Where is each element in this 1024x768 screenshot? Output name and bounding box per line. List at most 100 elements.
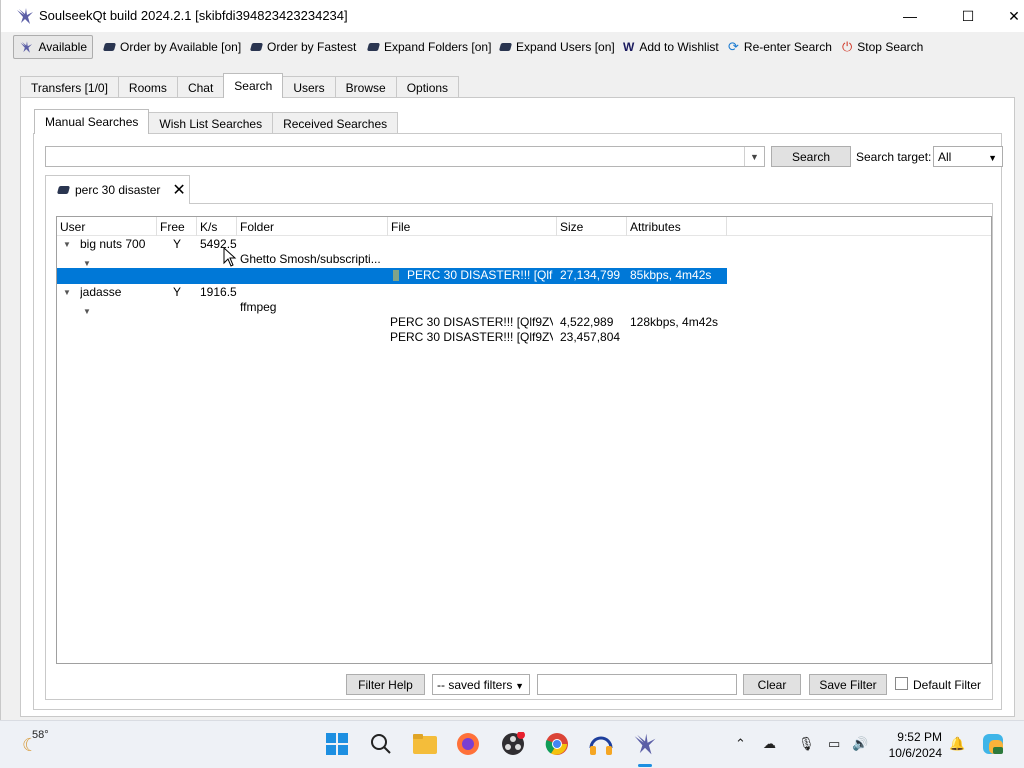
result-tab[interactable]: perc 30 disaster ✕: [45, 175, 190, 204]
tab-transfers[interactable]: Transfers [1/0]: [20, 76, 119, 98]
tab-chat[interactable]: Chat: [176, 76, 225, 98]
maximize-icon: ☐: [961, 7, 975, 24]
file-attributes: 85kbps, 4m42s: [630, 268, 712, 282]
filter-help-button[interactable]: Filter Help: [346, 674, 425, 695]
copilot-icon[interactable]: [980, 731, 1006, 757]
results-tree[interactable]: User Free K/s Folder File Size Attribute…: [56, 216, 992, 664]
obs-icon[interactable]: [500, 731, 526, 757]
soulseek-bird-icon: [20, 41, 33, 53]
default-filter-checkbox[interactable]: [895, 677, 908, 690]
minimize-button[interactable]: —: [887, 0, 933, 32]
audio-file-icon: [393, 268, 399, 283]
user-row[interactable]: ▼ big nuts 700 Y 5492.5: [57, 237, 991, 252]
file-row[interactable]: PERC 30 DISASTER!!! [Qlf9ZV... 4,522,989…: [57, 315, 991, 330]
chevron-down-icon: ▼: [988, 153, 997, 163]
network-off-icon[interactable]: ☁: [763, 736, 776, 752]
maximize-button[interactable]: ☐: [945, 0, 991, 32]
minimize-icon: —: [903, 8, 917, 24]
file-size: 4,522,989: [560, 315, 614, 329]
save-filter-button[interactable]: Save Filter: [809, 674, 887, 695]
wishlist-icon: W: [623, 40, 635, 54]
tab-search[interactable]: Search: [223, 73, 284, 98]
column-size[interactable]: Size: [557, 217, 627, 236]
filter-input[interactable]: [537, 674, 737, 695]
saved-filters-select[interactable]: -- saved filters ▼: [432, 674, 530, 695]
audacity-icon[interactable]: [588, 731, 614, 757]
active-app-indicator: [638, 764, 652, 767]
column-user[interactable]: User: [57, 217, 157, 236]
chevron-up-icon[interactable]: ⌃: [735, 736, 746, 752]
expand-folders-label: Expand Folders [on]: [384, 40, 492, 54]
search-query-input[interactable]: ▼: [45, 146, 765, 167]
weather-widget[interactable]: ☾ 58°: [18, 729, 58, 759]
notification-bell-icon[interactable]: 🔔: [949, 736, 965, 752]
reenter-search-button[interactable]: ⟳ Re-enter Search: [723, 35, 837, 59]
soulseek-bird-icon: [17, 8, 33, 24]
folder-row[interactable]: ▼ Ghetto Smosh/subscripti...: [57, 252, 991, 268]
collapse-triangle-icon[interactable]: ▼: [63, 285, 71, 300]
tab-received-searches[interactable]: Received Searches: [272, 112, 399, 134]
toolbar: Available Order by Available [on] Order …: [1, 32, 1024, 62]
order-by-fastest-button[interactable]: Order by Fastest: [246, 35, 361, 59]
search-sub-tab-bar: Manual Searches Wish List Searches Recei…: [34, 109, 399, 134]
folder-name: ffmpeg: [240, 300, 277, 314]
column-speed[interactable]: K/s: [197, 217, 237, 236]
clear-filter-button[interactable]: Clear: [743, 674, 801, 695]
file-name: PERC 30 DISASTER!!! [Qlf9ZV...: [390, 330, 553, 344]
result-pane: User Free K/s Folder File Size Attribute…: [45, 203, 993, 700]
tab-manual-searches[interactable]: Manual Searches: [34, 109, 150, 134]
file-row-selected[interactable]: PERC 30 DISASTER!!! [Qlf9... 27,134,799 …: [57, 268, 991, 284]
file-row[interactable]: PERC 30 DISASTER!!! [Qlf9ZV... 23,457,80…: [57, 330, 991, 345]
column-free[interactable]: Free: [157, 217, 197, 236]
collapse-triangle-icon[interactable]: ▼: [63, 237, 71, 252]
speed-value: 1916.5: [200, 285, 237, 299]
search-target-label: Search target:: [856, 150, 932, 164]
file-explorer-icon[interactable]: [412, 731, 438, 757]
add-to-wishlist-button[interactable]: W Add to Wishlist: [618, 35, 724, 59]
order-by-available-button[interactable]: Order by Available [on]: [99, 35, 246, 59]
tab-rooms[interactable]: Rooms: [117, 76, 178, 98]
tab-options[interactable]: Options: [395, 76, 460, 98]
folder-row[interactable]: ▼ ffmpeg: [57, 300, 991, 316]
search-icon[interactable]: [368, 731, 394, 757]
window-title: SoulseekQt build 2024.2.1 [skibfdi394823…: [39, 8, 348, 23]
microphone-icon[interactable]: 🎙: [798, 736, 815, 752]
user-row[interactable]: ▼ jadasse Y 1916.5: [57, 285, 991, 300]
search-target-value: All: [938, 149, 952, 164]
column-folder[interactable]: Folder: [237, 217, 388, 236]
display-icon[interactable]: ▭: [828, 736, 840, 752]
file-name: PERC 30 DISASTER!!! [Qlf9...: [407, 268, 553, 282]
stop-search-button[interactable]: ⏻ Stop Search: [837, 35, 928, 59]
file-size: 23,457,804: [560, 330, 621, 344]
tab-users[interactable]: Users: [282, 76, 336, 98]
selection-highlight: [57, 268, 727, 284]
stop-icon: ⏻: [842, 39, 853, 54]
clock-date: 10/6/2024: [888, 746, 942, 760]
volume-icon[interactable]: 🔊: [852, 736, 868, 752]
chevron-down-icon[interactable]: ▼: [744, 147, 764, 166]
taskbar: ☾ 58° ⌃ ☁ 🎙 ▭ 🔊 9:52 PM 10/6/2024 🔔: [0, 720, 1024, 768]
default-filter-label: Default Filter: [913, 678, 982, 692]
column-attributes[interactable]: Attributes: [627, 217, 727, 236]
tab-wish-list-searches[interactable]: Wish List Searches: [148, 112, 274, 134]
search-button[interactable]: Search: [771, 146, 851, 167]
folder-name: Ghetto Smosh/subscripti...: [240, 252, 381, 266]
available-button[interactable]: Available: [13, 35, 93, 59]
flag-icon: [366, 43, 381, 51]
tab-browse[interactable]: Browse: [334, 76, 397, 98]
firefox-icon[interactable]: [455, 731, 481, 757]
expand-folders-button[interactable]: Expand Folders [on]: [363, 35, 496, 59]
order-by-fastest-label: Order by Fastest: [267, 40, 357, 54]
soulseek-icon[interactable]: [632, 731, 658, 757]
chrome-icon[interactable]: [544, 731, 570, 757]
start-icon[interactable]: [324, 731, 350, 757]
column-file[interactable]: File: [388, 217, 557, 236]
close-button[interactable]: ✕: [991, 0, 1024, 32]
search-target-select[interactable]: All ▼: [933, 146, 1003, 167]
order-by-available-label: Order by Available [on]: [120, 40, 242, 54]
close-tab-icon[interactable]: ✕: [172, 180, 185, 200]
expand-users-button[interactable]: Expand Users [on]: [495, 35, 620, 59]
search-page: Manual Searches Wish List Searches Recei…: [20, 97, 1015, 717]
reenter-search-label: Re-enter Search: [743, 40, 832, 54]
clock[interactable]: 9:52 PM 10/6/2024: [884, 729, 942, 761]
